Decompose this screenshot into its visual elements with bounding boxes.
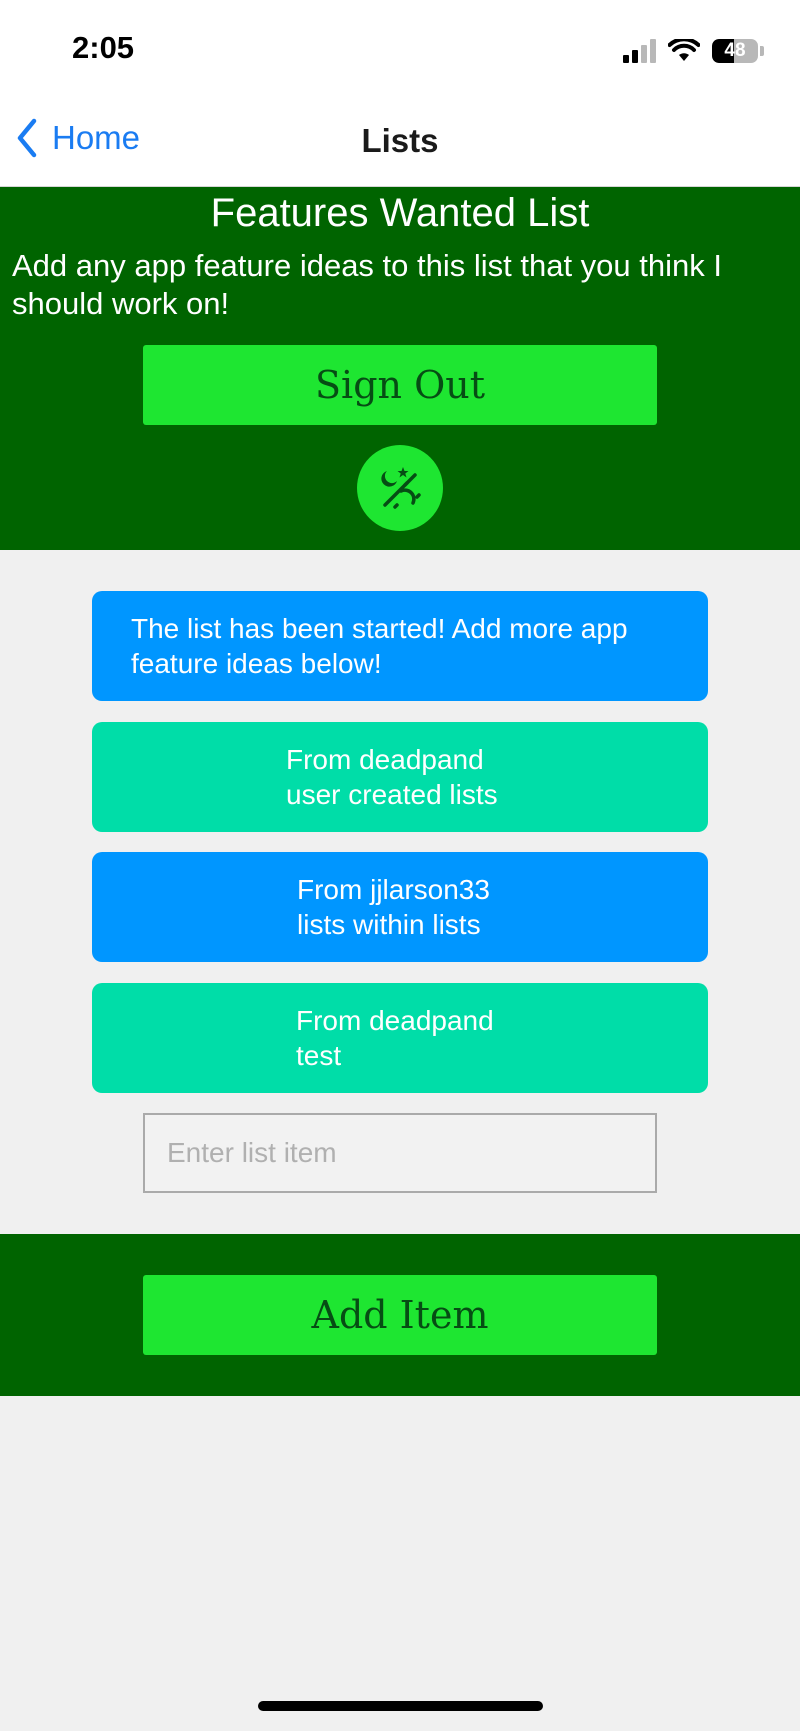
list-item-text: From deadpand test [296,1005,494,1071]
list-item-text: From deadpand user created lists [286,744,498,810]
list-item[interactable]: From jjlarson33 lists within lists [92,852,708,962]
status-bar: 2:05 48 [0,0,800,100]
status-time: 2:05 [72,30,135,65]
list-item[interactable]: From deadpand test [92,983,708,1093]
add-item-button[interactable]: Add Item [143,1275,657,1355]
list-description: Add any app feature ideas to this list t… [12,248,722,321]
cellular-signal-icon [623,39,656,63]
list-item-input[interactable] [143,1113,657,1193]
theme-toggle-icon [381,467,421,509]
wifi-icon [668,39,700,61]
status-icons: 48 [623,36,764,66]
theme-toggle-button[interactable] [357,445,443,531]
sign-out-button[interactable]: Sign Out [143,345,657,425]
list-header: Features Wanted List Add any app feature… [0,187,800,550]
home-indicator[interactable] [258,1701,543,1711]
page-title: Lists [361,122,439,159]
list-item-text: The list has been started! Add more app … [131,613,628,679]
footer-bar: Add Item [0,1234,800,1396]
list-item-text: From jjlarson33 lists within lists [297,874,490,940]
list-item[interactable]: The list has been started! Add more app … [92,591,708,701]
battery-level: 48 [724,40,746,61]
list-item[interactable]: From deadpand user created lists [92,722,708,832]
list-title: Features Wanted List [210,191,590,235]
navigation-bar: Home Lists [0,100,800,187]
battery-icon: 48 [712,39,758,63]
